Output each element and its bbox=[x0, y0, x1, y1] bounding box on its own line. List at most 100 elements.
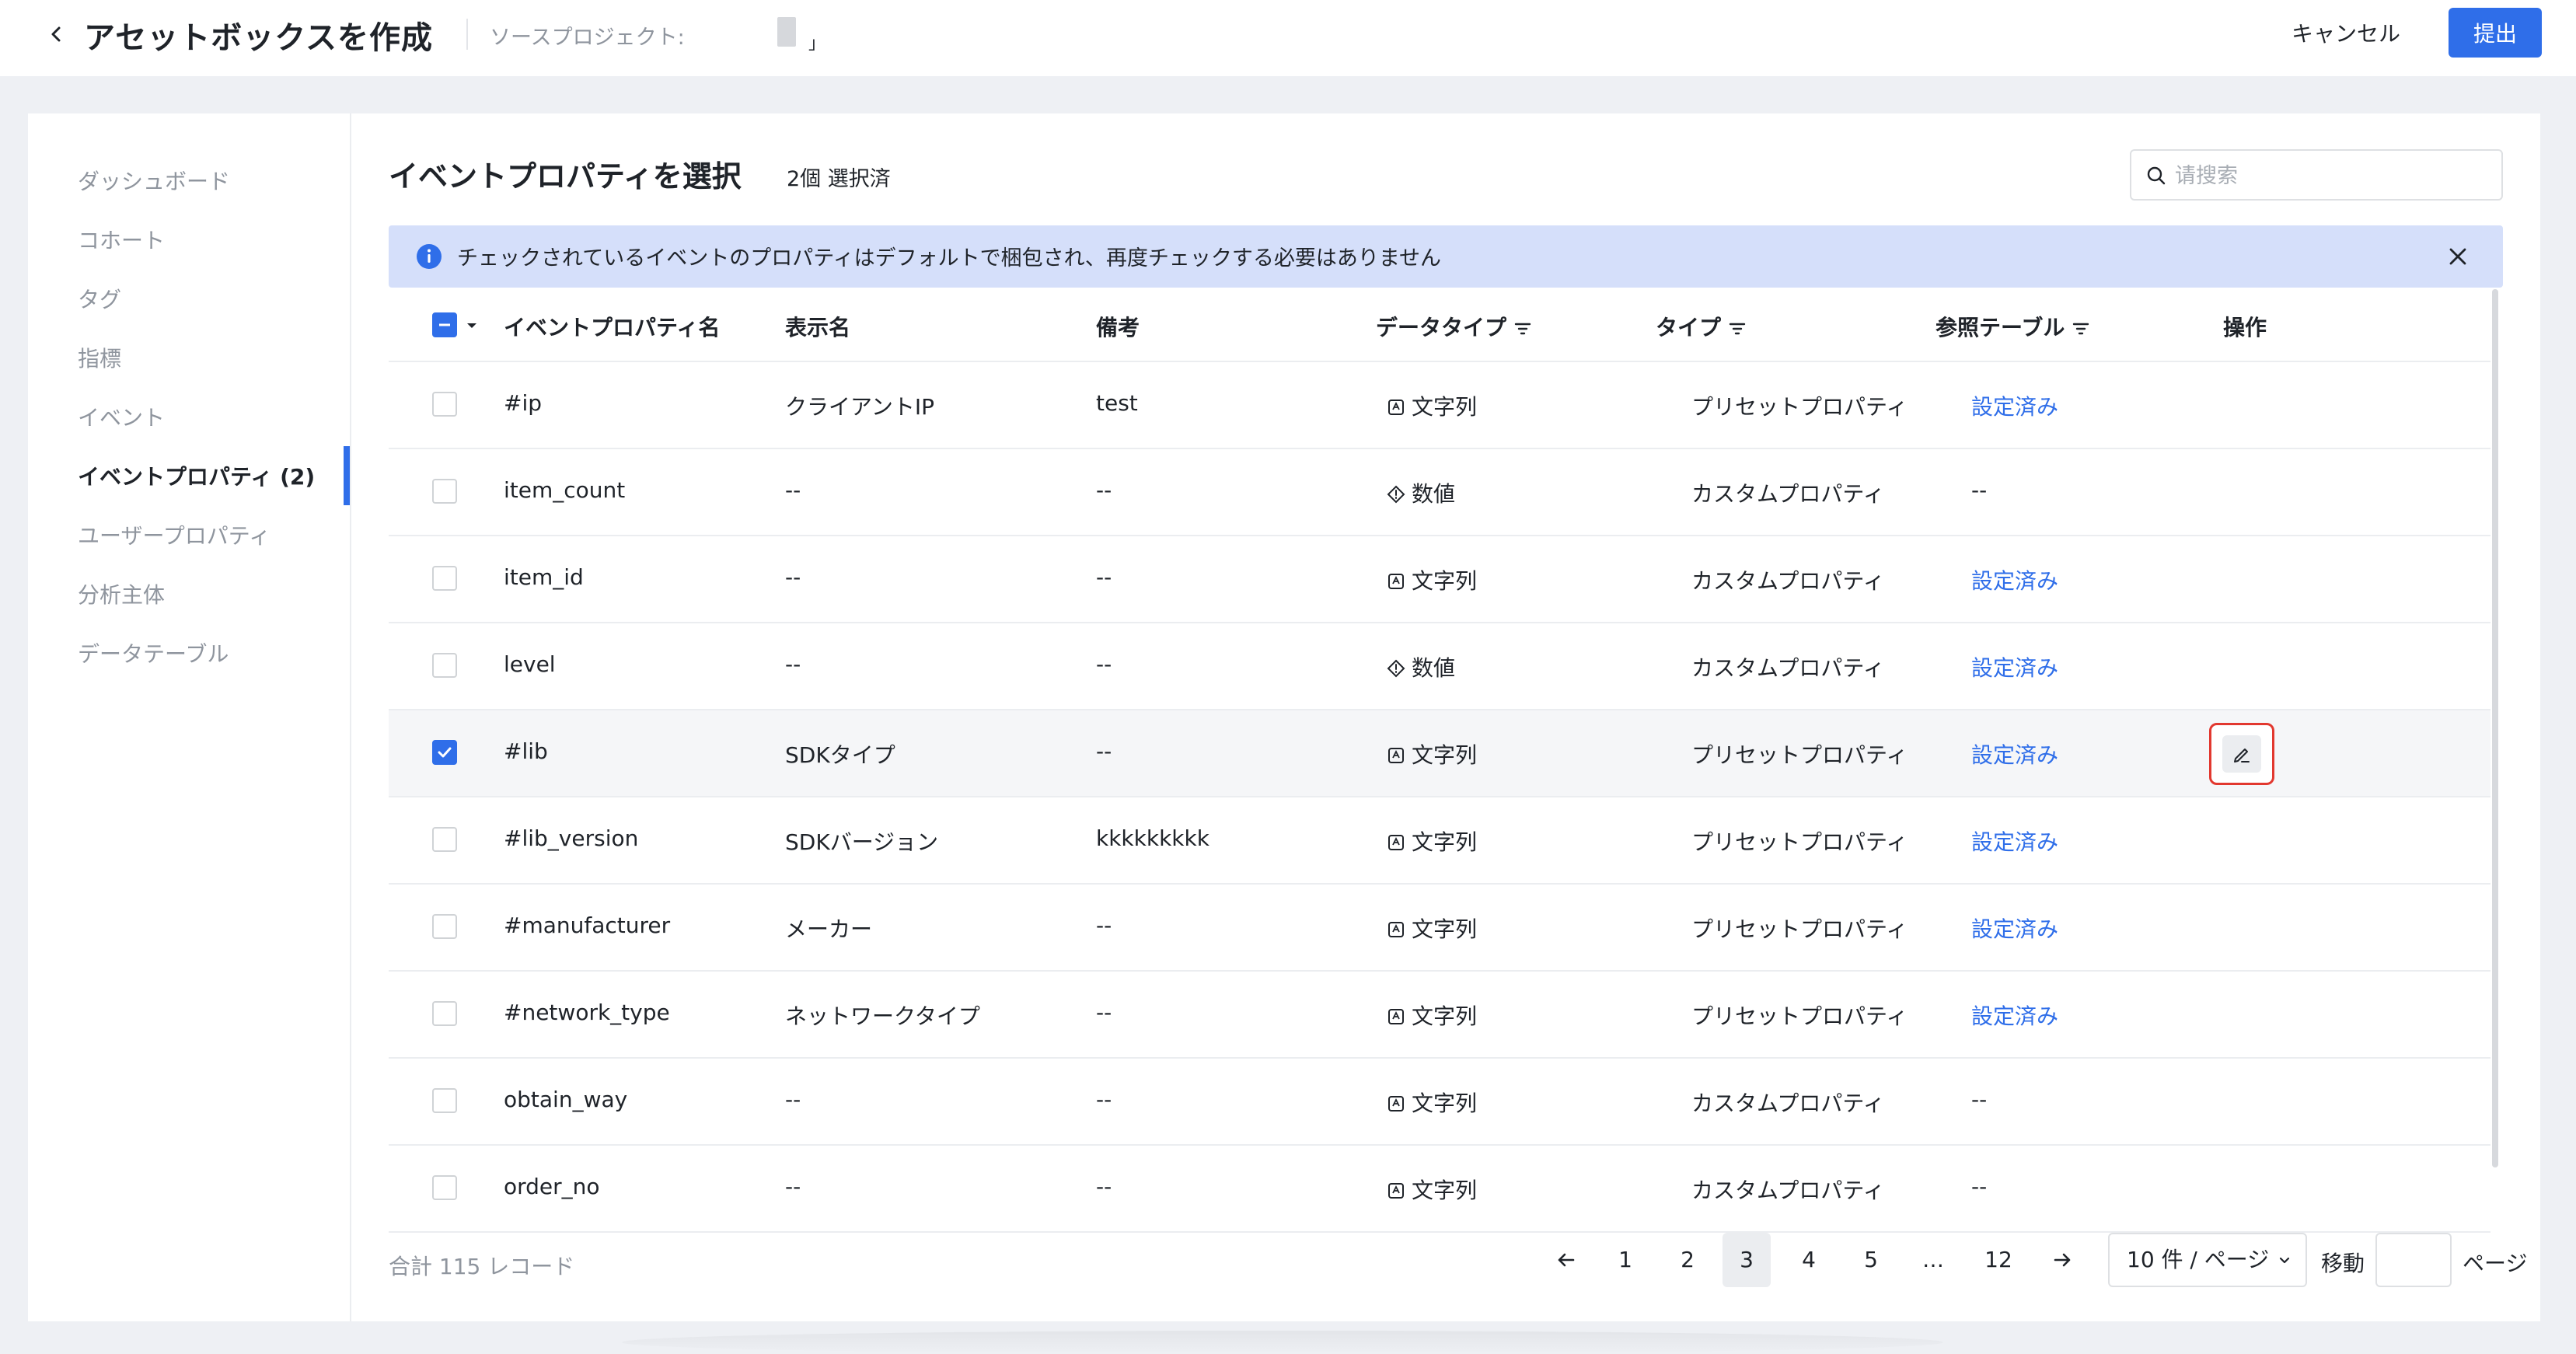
filter-icon[interactable] bbox=[1514, 321, 1531, 337]
ref-table-link[interactable]: 設定済み bbox=[1971, 825, 2058, 857]
cancel-button[interactable]: キャンセル bbox=[2281, 16, 2411, 53]
ref-table-link[interactable]: 設定済み bbox=[1971, 913, 2058, 944]
table-row[interactable]: #lib SDKタイプ -- 文字列 プリセットプロパティ 設定済み bbox=[389, 710, 2490, 797]
scrollbar-thumb[interactable] bbox=[2492, 289, 2498, 1167]
row-checkbox[interactable] bbox=[432, 914, 457, 939]
page-number[interactable]: 1 bbox=[1601, 1233, 1649, 1287]
property-type: カスタムプロパティ bbox=[1691, 655, 1885, 681]
ref-table-link[interactable]: 設定済み bbox=[1971, 390, 2058, 421]
col-header-type[interactable]: タイプ bbox=[1656, 311, 1746, 342]
sidebar-item[interactable]: 分析主体 bbox=[78, 578, 165, 609]
source-project-label: ソースプロジェクト: bbox=[490, 26, 685, 50]
page-size-value: 10 件 / ページ bbox=[2127, 1247, 2270, 1272]
sidebar-item[interactable]: イベント bbox=[78, 401, 165, 432]
col-header-ref-table[interactable]: 参照テーブル bbox=[1935, 311, 2089, 342]
table-scrollbar[interactable] bbox=[2492, 289, 2498, 1167]
bottom-shadow bbox=[622, 1331, 1943, 1354]
table-row[interactable]: item_count -- -- 数値 カスタムプロパティ -- bbox=[389, 449, 2490, 536]
page-number[interactable]: 4 bbox=[1785, 1233, 1833, 1287]
property-name: #ip bbox=[504, 390, 543, 416]
prev-page-arrow-icon[interactable] bbox=[1544, 1233, 1589, 1287]
row-checkbox[interactable] bbox=[432, 1175, 457, 1200]
table-row[interactable]: order_no -- -- 文字列 カスタムプロパティ -- bbox=[389, 1146, 2490, 1233]
row-checkbox[interactable] bbox=[432, 827, 457, 852]
ref-table-link[interactable]: 設定済み bbox=[1971, 738, 2058, 769]
row-checkbox[interactable] bbox=[432, 1001, 457, 1026]
property-name: item_id bbox=[504, 564, 584, 590]
property-name: item_count bbox=[504, 477, 626, 503]
data-type: 文字列 bbox=[1387, 1087, 1477, 1118]
property-type: プリセットプロパティ bbox=[1691, 1003, 1908, 1029]
row-checkbox[interactable] bbox=[432, 392, 457, 417]
table-row[interactable]: item_id -- -- 文字列 カスタムプロパティ 設定済み bbox=[389, 536, 2490, 623]
data-type-label: 文字列 bbox=[1412, 1003, 1478, 1029]
display-name: -- bbox=[785, 1174, 801, 1199]
table-row[interactable]: level -- -- 数値 カスタムプロパティ 設定済み bbox=[389, 623, 2490, 710]
property-name: order_no bbox=[504, 1174, 600, 1199]
property-type: カスタムプロパティ bbox=[1691, 1178, 1885, 1203]
next-page-arrow-icon[interactable] bbox=[2040, 1233, 2085, 1287]
sidebar-item[interactable]: 指標 bbox=[78, 342, 121, 373]
sidebar-item[interactable]: イベントプロパティ (2) bbox=[78, 460, 315, 491]
sidebar-item[interactable]: ダッシュボード bbox=[78, 165, 230, 196]
ref-table-empty: -- bbox=[1971, 1174, 1988, 1199]
title-divider bbox=[466, 19, 468, 50]
number-icon bbox=[1387, 485, 1405, 504]
jump-label: 移動 bbox=[2321, 1251, 2365, 1276]
submit-button[interactable]: 提出 bbox=[2449, 8, 2542, 58]
sidebar-item[interactable]: データテーブル bbox=[78, 637, 229, 668]
filter-icon[interactable] bbox=[2072, 321, 2089, 337]
property-type: カスタムプロパティ bbox=[1691, 481, 1885, 507]
select-all-checkbox[interactable] bbox=[432, 312, 457, 337]
display-name: -- bbox=[785, 564, 801, 590]
string-icon bbox=[1388, 1096, 1404, 1111]
data-type-label: 数値 bbox=[1412, 481, 1456, 507]
sidebar-item[interactable]: ユーザープロパティ bbox=[78, 519, 271, 550]
row-checkbox[interactable] bbox=[432, 653, 457, 678]
page-number[interactable]: 5 bbox=[1847, 1233, 1895, 1287]
row-checkbox[interactable] bbox=[432, 740, 457, 765]
data-type: 文字列 bbox=[1387, 825, 1477, 857]
table-row[interactable]: obtain_way -- -- 文字列 カスタムプロパティ -- bbox=[389, 1059, 2490, 1146]
row-checkbox[interactable] bbox=[432, 1088, 457, 1113]
ref-table-link[interactable]: 設定済み bbox=[1971, 1000, 2058, 1031]
close-icon[interactable] bbox=[2445, 244, 2470, 269]
back-chevron-icon[interactable] bbox=[42, 20, 70, 48]
filter-icon[interactable] bbox=[1729, 321, 1746, 337]
page-number[interactable]: 2 bbox=[1663, 1233, 1712, 1287]
data-type-label: 文字列 bbox=[1412, 1178, 1478, 1203]
search-input[interactable] bbox=[2175, 159, 2486, 193]
note-text: kkkkkkkkk bbox=[1096, 825, 1209, 851]
data-type-label: 文字列 bbox=[1412, 829, 1478, 855]
page-size-select[interactable]: 10 件 / ページ bbox=[2108, 1233, 2307, 1287]
page-number[interactable]: 3 bbox=[1723, 1233, 1771, 1287]
col-header-actions: 操作 bbox=[2223, 315, 2267, 340]
string-icon bbox=[1388, 922, 1404, 937]
edit-button[interactable] bbox=[2209, 723, 2274, 785]
col-header-note: 備考 bbox=[1096, 315, 1140, 340]
sidebar-item[interactable]: コホート bbox=[78, 224, 165, 255]
ref-table-link[interactable]: 設定済み bbox=[1971, 564, 2058, 595]
col-header-datatype-label: データタイプ bbox=[1376, 315, 1507, 340]
search-box[interactable] bbox=[2130, 149, 2503, 201]
property-type: カスタムプロパティ bbox=[1691, 1091, 1885, 1116]
row-checkbox[interactable] bbox=[432, 479, 457, 504]
display-name: SDKバージョン bbox=[785, 829, 939, 855]
select-dropdown-caret-icon[interactable] bbox=[465, 320, 479, 331]
col-header-datatype[interactable]: データタイプ bbox=[1376, 311, 1531, 342]
table-row[interactable]: #lib_version SDKバージョン kkkkkkkkk 文字列 プリセットプロパ… bbox=[389, 797, 2490, 885]
property-type: プリセットプロパティ bbox=[1691, 394, 1908, 420]
jump-page-input[interactable] bbox=[2375, 1233, 2452, 1287]
table-row[interactable]: #manufacturer メーカー -- 文字列 プリセットプロパティ 設定済み bbox=[389, 885, 2490, 972]
sidebar-item[interactable]: タグ bbox=[78, 283, 121, 314]
table-header: イベントプロパティ名 表示名 備考 データタイプ タイプ 参照テーブル 操作 bbox=[389, 289, 2490, 362]
table-row[interactable]: #ip クライアントIP test 文字列 プリセットプロパティ 設定済み bbox=[389, 362, 2490, 449]
section-title: イベントプロパティを選択 bbox=[389, 159, 742, 194]
table-row[interactable]: #network_type ネットワークタイプ -- 文字列 プリセットプロパティ 設定済… bbox=[389, 972, 2490, 1059]
note-text: -- bbox=[1096, 564, 1112, 590]
ref-table-link[interactable]: 設定済み bbox=[1971, 651, 2058, 682]
data-type-label: 文字列 bbox=[1412, 568, 1478, 594]
page-number[interactable]: 12 bbox=[1971, 1233, 2026, 1287]
pagination-ellipsis[interactable]: … bbox=[1909, 1233, 1957, 1287]
row-checkbox[interactable] bbox=[432, 566, 457, 591]
